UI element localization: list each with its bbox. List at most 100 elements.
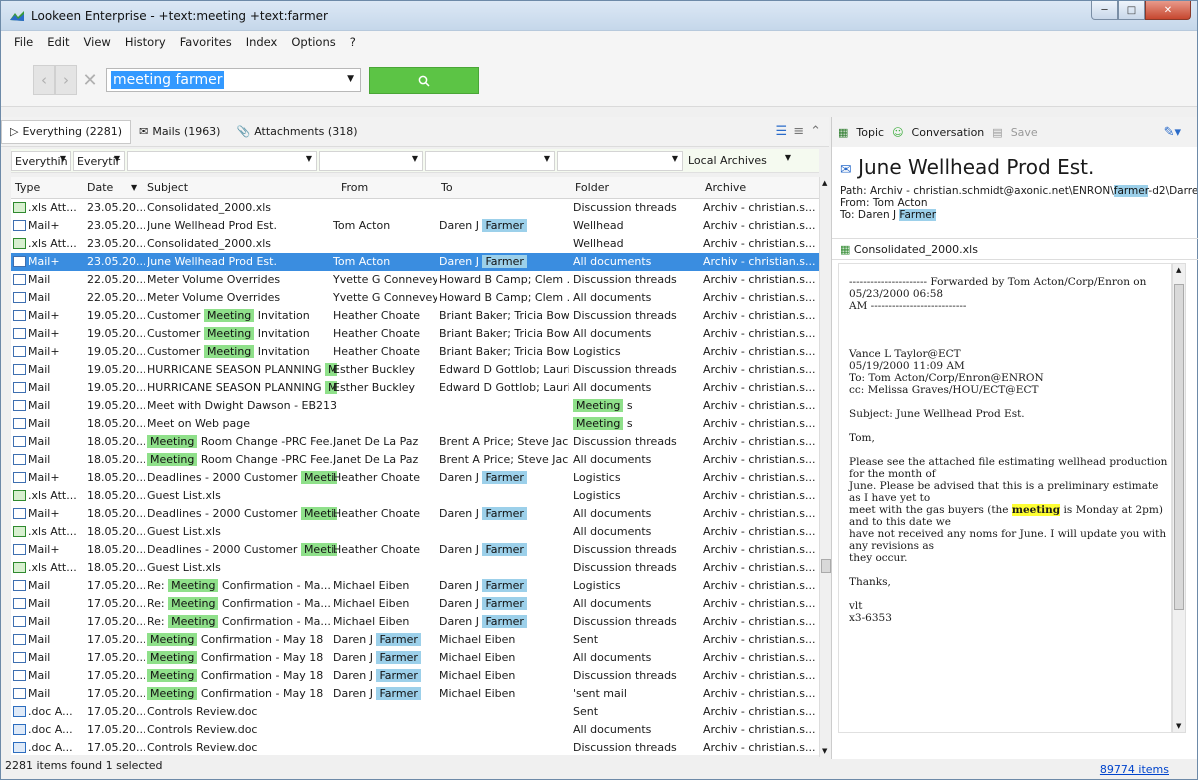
maximize-button[interactable]: □: [1118, 1, 1145, 20]
preview-scrollbar[interactable]: ▲ ▼: [1172, 263, 1186, 733]
table-row[interactable]: .xls Att... 18.05.20... Guest List.xls Disc…: [11, 559, 819, 577]
scroll-up-icon[interactable]: ▲: [822, 179, 827, 187]
table-row[interactable]: Mail 17.05.20... Re: Meeting Confirmation …: [11, 613, 819, 631]
cell-text: Invitation: [254, 309, 310, 322]
topic-button[interactable]: Topic: [856, 126, 884, 139]
col-type[interactable]: Type: [15, 181, 40, 194]
archive-filter[interactable]: Local Archives ▼: [685, 151, 795, 171]
menu-help[interactable]: ?: [343, 35, 363, 49]
table-row[interactable]: Mail 19.05.20... Meet with Dwight Dawson -…: [11, 397, 819, 415]
cell-type: Mail: [13, 399, 83, 412]
table-row[interactable]: Mail 22.05.20... Meter Volume Overrides Yve…: [11, 271, 819, 289]
menu-history[interactable]: History: [118, 35, 173, 49]
table-row[interactable]: Mail 17.05.20... Meeting Confirmation - Ma…: [11, 667, 819, 685]
menu-file[interactable]: File: [7, 35, 40, 49]
cell-date: 19.05.20...: [87, 345, 145, 358]
conversation-button[interactable]: Conversation: [912, 126, 985, 139]
table-row[interactable]: .doc A... 17.05.20... Controls Review.doc A…: [11, 721, 819, 739]
type-filter[interactable]: Everythin ▼: [11, 150, 71, 171]
cell-text: Heather Choate: [333, 327, 421, 340]
table-row[interactable]: Mail 18.05.20... Meeting Room Change -PRC …: [11, 451, 819, 469]
collapse-icon[interactable]: ⌃: [810, 124, 821, 139]
table-row[interactable]: Mail 19.05.20... HURRICANE SEASON PLANNING…: [11, 379, 819, 397]
cell-text: Mail: [28, 651, 51, 664]
table-row[interactable]: .xls Att... 18.05.20... Guest List.xls Logi…: [11, 487, 819, 505]
table-row[interactable]: Mail+ 19.05.20... Customer Meeting Invitat…: [11, 307, 819, 325]
table-row[interactable]: .xls Att... 23.05.20... Consolidated_2000.…: [11, 199, 819, 217]
col-date[interactable]: Date: [87, 181, 113, 194]
table-row[interactable]: .xls Att... 23.05.20... Consolidated_2000.…: [11, 235, 819, 253]
table-row[interactable]: Mail+ 18.05.20... Deadlines - 2000 Custome…: [11, 505, 819, 523]
col-subject[interactable]: Subject: [147, 181, 188, 194]
preview-scroll-thumb[interactable]: [1174, 284, 1184, 610]
search-input[interactable]: meeting farmer ▼: [106, 68, 361, 92]
cell-text: Mail+: [28, 507, 60, 520]
cell-type: Mail+: [13, 543, 83, 556]
table-row[interactable]: Mail 17.05.20... Re: Meeting Confirmation …: [11, 577, 819, 595]
menu-view[interactable]: View: [77, 35, 118, 49]
cell-to: Briant Baker; Tricia Bow...: [439, 309, 569, 322]
cell-to: Daren J Farmer: [439, 615, 569, 628]
clear-search-button[interactable]: ✕: [79, 65, 101, 95]
body-line: AM ---------------------------: [849, 300, 967, 312]
table-row[interactable]: Mail 19.05.20... HURRICANE SEASON PLANNING…: [11, 361, 819, 379]
scroll-down-icon[interactable]: ▼: [822, 747, 827, 755]
table-row[interactable]: .xls Att... 18.05.20... Guest List.xls All …: [11, 523, 819, 541]
scroll-thumb[interactable]: [821, 559, 831, 573]
to-filter[interactable]: ▼: [425, 150, 555, 171]
tab-mails[interactable]: ✉ Mails (1963): [131, 120, 228, 144]
table-row[interactable]: Mail 17.05.20... Re: Meeting Confirmation …: [11, 595, 819, 613]
preview-attachment[interactable]: ▦ Consolidated_2000.xls: [832, 238, 1198, 260]
col-archive[interactable]: Archive: [705, 181, 746, 194]
table-row[interactable]: Mail+ 23.05.20... June Wellhead Prod Est. T…: [11, 217, 819, 235]
menu-favorites[interactable]: Favorites: [173, 35, 239, 49]
from-filter[interactable]: ▼: [319, 150, 423, 171]
folder-filter[interactable]: ▼: [557, 150, 683, 171]
table-row[interactable]: Mail 17.05.20... Meeting Confirmation - Ma…: [11, 649, 819, 667]
cell-text: Heather Choate: [333, 309, 421, 322]
cell-to: Daren J Farmer: [439, 507, 569, 520]
menu-index[interactable]: Index: [239, 35, 285, 49]
chevron-down-icon: ▼: [543, 153, 550, 163]
col-folder[interactable]: Folder: [575, 181, 609, 194]
table-row[interactable]: Mail 17.05.20... Meeting Confirmation - Ma…: [11, 631, 819, 649]
subject-filter[interactable]: ▼: [127, 150, 317, 171]
title-bar[interactable]: Lookeen Enterprise - +text:meeting +text…: [1, 1, 1197, 31]
cell-text: Daren J: [333, 633, 377, 646]
table-row[interactable]: Mail+ 18.05.20... Deadlines - 2000 Custome…: [11, 469, 819, 487]
scroll-down-icon[interactable]: ▼: [1176, 722, 1181, 730]
table-row[interactable]: Mail+ 18.05.20... Deadlines - 2000 Custome…: [11, 541, 819, 559]
table-row[interactable]: Mail 18.05.20... Meeting Room Change -PRC …: [11, 433, 819, 451]
compose-icon[interactable]: ✎▾: [1164, 125, 1181, 140]
menu-options[interactable]: Options: [284, 35, 342, 49]
list-view-icon[interactable]: ≡: [793, 124, 804, 139]
forward-button[interactable]: ›: [55, 65, 77, 95]
minimize-button[interactable]: ─: [1091, 1, 1118, 20]
col-from[interactable]: From: [341, 181, 368, 194]
close-button[interactable]: ✕: [1145, 1, 1191, 20]
total-items-link[interactable]: 89774 items: [1100, 763, 1169, 776]
table-row[interactable]: Mail+ 23.05.20... June Wellhead Prod Est. T…: [11, 253, 819, 271]
search-highlight: Farmer: [482, 471, 527, 484]
columns-view-icon[interactable]: ☰: [776, 124, 788, 139]
table-row[interactable]: Mail+ 19.05.20... Customer Meeting Invitat…: [11, 343, 819, 361]
results-scrollbar[interactable]: ▲ ▼: [819, 177, 831, 757]
table-row[interactable]: .doc A... 17.05.20... Controls Review.doc S…: [11, 703, 819, 721]
table-row[interactable]: Mail+ 19.05.20... Customer Meeting Invitat…: [11, 325, 819, 343]
cell-date: 17.05.20...: [87, 633, 145, 646]
table-row[interactable]: .doc A... 17.05.20... Controls Review.doc D…: [11, 739, 819, 755]
scroll-up-icon[interactable]: ▲: [1176, 266, 1181, 274]
col-to[interactable]: To: [441, 181, 453, 194]
tab-everything[interactable]: ▷ Everything (2281): [1, 119, 132, 144]
save-button[interactable]: Save: [1011, 126, 1038, 139]
chevron-down-icon[interactable]: ▼: [347, 74, 354, 84]
table-row[interactable]: Mail 22.05.20... Meter Volume Overrides Yve…: [11, 289, 819, 307]
date-filter[interactable]: Everytir ▼: [73, 150, 125, 171]
tab-attachments[interactable]: 📎 Attachments (318): [228, 120, 365, 144]
back-button[interactable]: ‹: [33, 65, 55, 95]
cell-folder: All documents: [573, 453, 699, 466]
table-row[interactable]: Mail 17.05.20... Meeting Confirmation - Ma…: [11, 685, 819, 703]
search-button[interactable]: [369, 67, 479, 94]
table-row[interactable]: Mail 18.05.20... Meet on Web page Meeting s…: [11, 415, 819, 433]
menu-edit[interactable]: Edit: [40, 35, 76, 49]
